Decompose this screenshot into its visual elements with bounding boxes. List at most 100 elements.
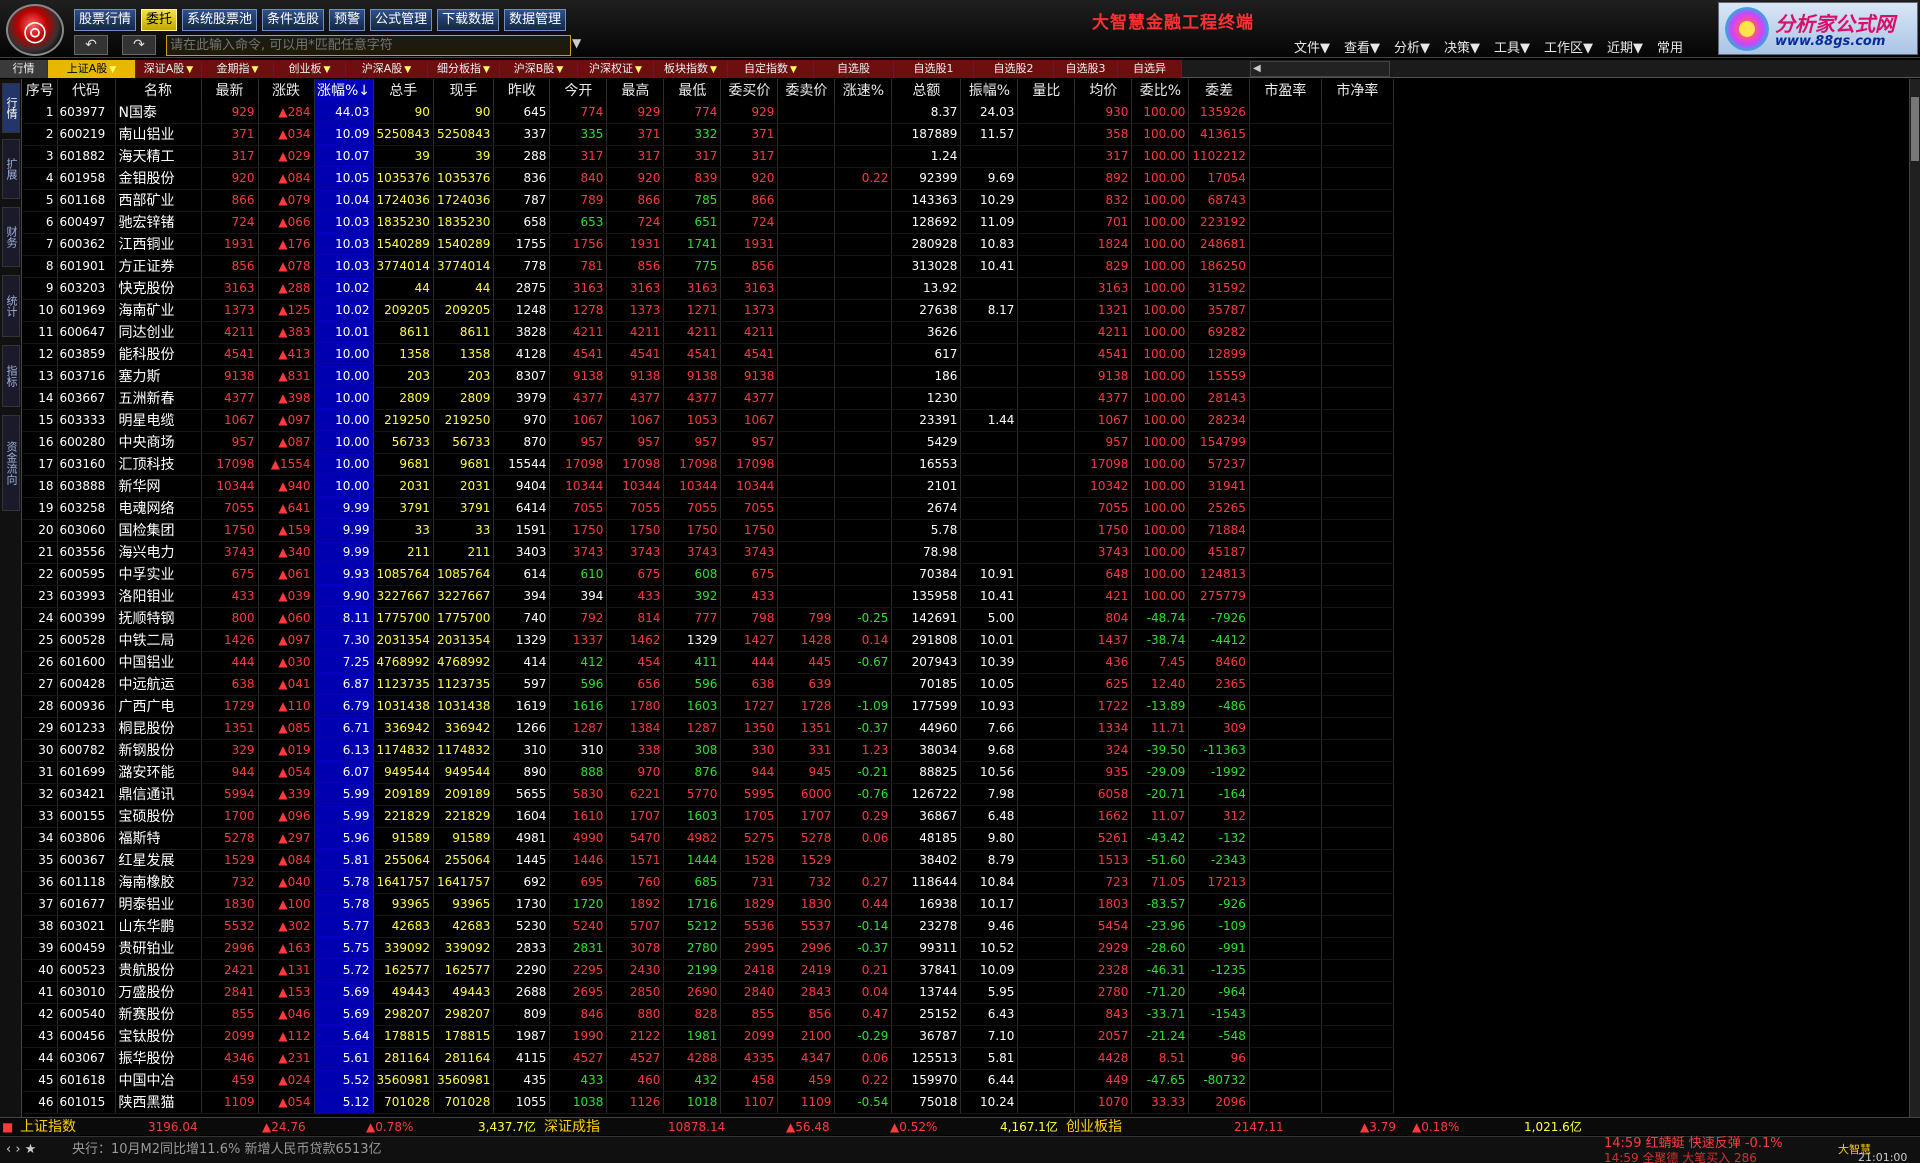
menu-button-1[interactable]: 委托	[141, 9, 178, 31]
market-tab-14[interactable]: 自选股3	[1054, 60, 1118, 78]
app-logo-icon[interactable]: ◎	[6, 4, 64, 56]
table-row[interactable]: 45 601618 中国中冶 459 ▲024 5.52 3560981 3560981 435…	[23, 1069, 1394, 1092]
table-row[interactable]: 10 601969 海南矿业 1373 ▲125 10.02 209205 209205 124…	[23, 299, 1394, 322]
side-tab-0[interactable]: 行情	[2, 83, 20, 133]
tab-dropdown-icon[interactable]: ▼	[635, 65, 642, 75]
column-header-5[interactable]: 涨幅%↓	[314, 79, 374, 101]
table-row[interactable]: 28 600936 广西广电 1729 ▲110 6.79 1031438 1031438 16…	[23, 695, 1394, 718]
column-header-21[interactable]: 市盈率	[1249, 79, 1322, 101]
market-tab-5[interactable]: 沪深A股 ▼	[346, 60, 428, 78]
menu-button-7[interactable]: 数据管理	[504, 9, 567, 31]
column-header-20[interactable]: 委差	[1188, 79, 1250, 101]
menu-button-2[interactable]: 系统股票池	[182, 9, 258, 31]
market-tab-7[interactable]: 沪深B股 ▼	[500, 60, 578, 78]
column-header-14[interactable]: 涨速%	[834, 79, 893, 101]
column-header-1[interactable]: 代码	[57, 79, 116, 101]
column-header-2[interactable]: 名称	[115, 79, 202, 101]
table-row[interactable]: 24 600399 抚顺特钢 800 ▲060 8.11 1775700 1775700 740…	[23, 607, 1394, 630]
menu-button-3[interactable]: 条件选股	[262, 9, 325, 31]
table-row[interactable]: 43 600456 宝钛股份 2099 ▲112 5.64 178815 178815 1987…	[23, 1025, 1394, 1048]
table-row[interactable]: 36 601118 海南橡胶 732 ▲040 5.78 1641757 1641757 692…	[23, 871, 1394, 894]
table-row[interactable]: 16 600280 中央商场 957 ▲087 10.00 56733 56733 870 957…	[23, 431, 1394, 454]
market-tab-10[interactable]: 自定指数 ▼	[728, 60, 814, 78]
table-row[interactable]: 23 603993 洛阳钼业 433 ▲039 9.90 3227667 3227667 394…	[23, 585, 1394, 608]
market-tab-13[interactable]: 自选股2	[974, 60, 1054, 78]
column-header-18[interactable]: 均价	[1074, 79, 1133, 101]
back-arrow-icon[interactable]: ↶	[74, 35, 108, 55]
column-header-7[interactable]: 现手	[433, 79, 495, 101]
table-row[interactable]: 18 603888 新华网 10344 ▲940 10.00 2031 2031 9404 103…	[23, 475, 1394, 498]
column-header-17[interactable]: 量比	[1017, 79, 1076, 101]
column-header-6[interactable]: 总手	[373, 79, 434, 101]
table-row[interactable]: 38 603021 山东华鹏 5532 ▲302 5.77 42683 42683 5230 52…	[23, 915, 1394, 938]
tab-dropdown-icon[interactable]: ▼	[790, 65, 797, 75]
tab-dropdown-icon[interactable]: ▼	[404, 65, 411, 75]
column-header-19[interactable]: 委比%	[1131, 79, 1190, 101]
market-tab-3[interactable]: 金期指 ▼	[202, 60, 274, 78]
column-header-16[interactable]: 振幅%	[960, 79, 1019, 101]
table-row[interactable]: 2 600219 南山铝业 371 ▲034 10.09 5250843 5250843 337…	[23, 123, 1394, 146]
side-tab-4[interactable]: 指标	[2, 345, 20, 407]
tab-scroll-left-icon[interactable]: ◀	[1250, 61, 1390, 77]
table-row[interactable]: 29 601233 桐昆股份 1351 ▲085 6.71 336942 336942 1266…	[23, 717, 1394, 740]
tab-dropdown-icon[interactable]: ▼	[324, 65, 331, 75]
column-header-9[interactable]: 今开	[549, 79, 608, 101]
tab-dropdown-icon[interactable]: ▼	[252, 65, 259, 75]
side-tab-2[interactable]: 财务	[2, 207, 20, 267]
news-ticker[interactable]: 央行：10月M2同比增11.6% 新增人民币贷款6513亿	[72, 1137, 382, 1163]
tab-dropdown-icon[interactable]: ▼	[109, 65, 116, 75]
table-row[interactable]: 22 600595 中孚实业 675 ▲061 9.93 1085764 1085764 614…	[23, 563, 1394, 586]
market-tab-4[interactable]: 创业板 ▼	[274, 60, 346, 78]
table-row[interactable]: 8 601901 方正证券 856 ▲078 10.03 3774014 3774014 778…	[23, 255, 1394, 278]
forward-arrow-icon[interactable]: ↷	[122, 35, 156, 55]
right-menu-item-6[interactable]: 近期▼	[1607, 37, 1643, 56]
cy-index-name[interactable]: 创业板指	[1066, 1118, 1122, 1136]
market-tab-15[interactable]: 自选异	[1118, 60, 1182, 78]
market-tab-1[interactable]: 上证A股 ▼	[48, 60, 136, 78]
table-row[interactable]: 31 601699 潞安环能 944 ▲054 6.07 949544 949544 890 88…	[23, 761, 1394, 784]
right-menu-item-1[interactable]: 查看▼	[1344, 37, 1380, 56]
sz-index-name[interactable]: 深证成指	[544, 1118, 600, 1136]
column-header-22[interactable]: 市净率	[1321, 79, 1394, 101]
table-row[interactable]: 3 601882 海天精工 317 ▲029 10.07 39 39 288 317 317 317 3…	[23, 145, 1394, 168]
table-row[interactable]: 25 600528 中铁二局 1426 ▲097 7.30 2031354 2031354 13…	[23, 629, 1394, 652]
right-menu-item-7[interactable]: 常用	[1657, 37, 1683, 56]
table-row[interactable]: 26 601600 中国铝业 444 ▲030 7.25 4768992 4768992 414…	[23, 651, 1394, 674]
column-header-4[interactable]: 涨跌	[258, 79, 315, 101]
table-row[interactable]: 39 600459 贵研铂业 2996 ▲163 5.75 339092 339092 2833…	[23, 937, 1394, 960]
right-menu-item-0[interactable]: 文件▼	[1294, 37, 1330, 56]
table-row[interactable]: 21 603556 海兴电力 3743 ▲340 9.99 211 211 3403 3743 37…	[23, 541, 1394, 564]
right-menu-item-5[interactable]: 工作区▼	[1544, 37, 1593, 56]
table-row[interactable]: 15 603333 明星电缆 1067 ▲097 10.00 219250 219250 970…	[23, 409, 1394, 432]
market-tab-11[interactable]: 自选股	[814, 60, 894, 78]
table-row[interactable]: 40 600523 贵航股份 2421 ▲131 5.72 162577 162577 2290…	[23, 959, 1394, 982]
tab-dropdown-icon[interactable]: ▼	[710, 65, 717, 75]
table-row[interactable]: 12 603859 能科股份 4541 ▲413 10.00 1358 1358 4128 454…	[23, 343, 1394, 366]
right-menu-item-3[interactable]: 决策▼	[1444, 37, 1480, 56]
table-row[interactable]: 35 600367 红星发展 1529 ▲084 5.81 255064 255064 1445…	[23, 849, 1394, 872]
tab-dropdown-icon[interactable]: ▼	[186, 65, 193, 75]
table-row[interactable]: 14 603667 五洲新春 4377 ▲398 10.00 2809 2809 3979 437…	[23, 387, 1394, 410]
table-row[interactable]: 34 603806 福斯特 5278 ▲297 5.96 91589 91589 4981 499…	[23, 827, 1394, 850]
scrollbar-thumb[interactable]	[1911, 97, 1919, 161]
table-row[interactable]: 41 603010 万盛股份 2841 ▲153 5.69 49443 49443 2688 26…	[23, 981, 1394, 1004]
side-tab-1[interactable]: 扩展	[2, 139, 20, 199]
table-row[interactable]: 9 603203 快克股份 3163 ▲288 10.02 44 44 2875 3163 3163…	[23, 277, 1394, 300]
market-tab-12[interactable]: 自选股1	[894, 60, 974, 78]
table-row[interactable]: 6 600497 驰宏锌锗 724 ▲066 10.03 1835230 1835230 658…	[23, 211, 1394, 234]
right-menu-item-2[interactable]: 分析▼	[1394, 37, 1430, 56]
column-header-15[interactable]: 总额	[891, 79, 962, 101]
table-row[interactable]: 7 600362 江西铜业 1931 ▲176 10.03 1540289 1540289 17…	[23, 233, 1394, 256]
sh-index-name[interactable]: 上证指数	[20, 1118, 76, 1136]
table-row[interactable]: 4 601958 金钼股份 920 ▲084 10.05 1035376 1035376 836…	[23, 167, 1394, 190]
table-row[interactable]: 30 600782 新钢股份 329 ▲019 6.13 1174832 1174832 310…	[23, 739, 1394, 762]
table-row[interactable]: 44 603067 振华股份 4346 ▲231 5.61 281164 281164 4115…	[23, 1047, 1394, 1070]
table-row[interactable]: 19 603258 电魂网络 7055 ▲641 9.99 3791 3791 6414 7055…	[23, 497, 1394, 520]
menu-button-5[interactable]: 公式管理	[370, 9, 433, 31]
table-row[interactable]: 37 601677 明泰铝业 1830 ▲100 5.78 93965 93965 1730 17…	[23, 893, 1394, 916]
table-row[interactable]: 32 603421 鼎信通讯 5994 ▲339 5.99 209189 209189 5655…	[23, 783, 1394, 806]
table-row[interactable]: 5 601168 西部矿业 866 ▲079 10.04 1724036 1724036 787…	[23, 189, 1394, 212]
menu-button-0[interactable]: 股票行情	[74, 9, 137, 31]
column-header-13[interactable]: 委卖价	[777, 79, 836, 101]
table-row[interactable]: 1 603977 N国泰 929 ▲284 44.03 90 90 645 774 929 774 92…	[23, 101, 1394, 124]
